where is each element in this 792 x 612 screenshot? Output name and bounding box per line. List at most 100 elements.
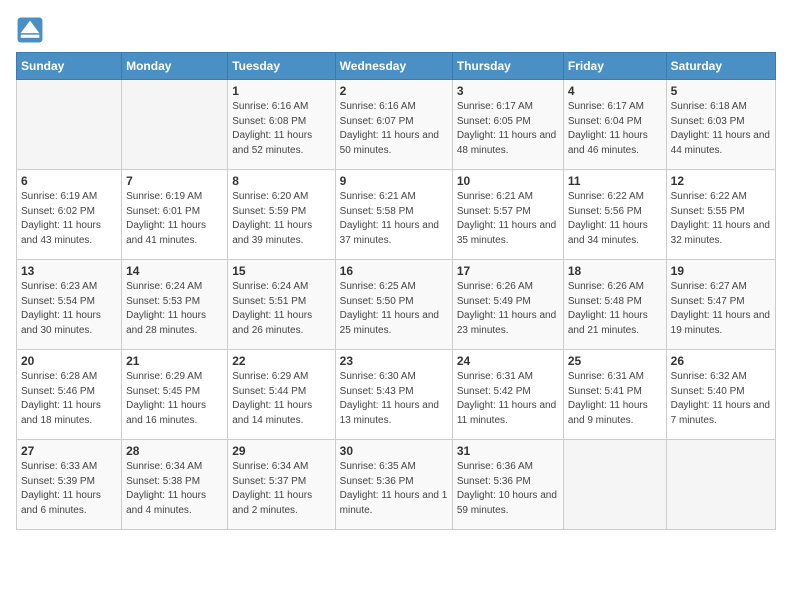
day-number: 11: [568, 174, 662, 188]
calendar-table: SundayMondayTuesdayWednesdayThursdayFrid…: [16, 52, 776, 530]
calendar-cell: 23 Sunrise: 6:30 AM Sunset: 5:43 PM Dayli…: [335, 350, 452, 440]
day-info: Sunrise: 6:26 AM Sunset: 5:48 PM Dayligh…: [568, 280, 662, 338]
calendar-week-row: 20 Sunrise: 6:28 AM Sunset: 5:46 PM Dayli…: [17, 350, 776, 440]
calendar-cell: 3 Sunrise: 6:17 AM Sunset: 6:05 PM Daylig…: [452, 80, 563, 170]
day-number: 25: [568, 354, 662, 368]
day-number: 12: [671, 174, 771, 188]
day-info: Sunrise: 6:20 AM Sunset: 5:59 PM Dayligh…: [232, 190, 330, 248]
day-number: 18: [568, 264, 662, 278]
calendar-week-row: 1Sunrise: 6:16 AM Sunset: 6:08 PM Daylig…: [17, 80, 776, 170]
day-info: Sunrise: 6:25 AM Sunset: 5:50 PM Dayligh…: [340, 280, 448, 338]
day-number: 1: [232, 84, 330, 98]
day-info: Sunrise: 6:24 AM Sunset: 5:53 PM Dayligh…: [126, 280, 223, 338]
calendar-cell: 14 Sunrise: 6:24 AM Sunset: 5:53 PM Dayli…: [122, 260, 228, 350]
calendar-cell: 7 Sunrise: 6:19 AM Sunset: 6:01 PM Daylig…: [122, 170, 228, 260]
calendar-cell: 8 Sunrise: 6:20 AM Sunset: 5:59 PM Daylig…: [228, 170, 335, 260]
day-info: Sunrise: 6:24 AM Sunset: 5:51 PM Dayligh…: [232, 280, 330, 338]
day-number: 9: [340, 174, 448, 188]
calendar-cell: 26 Sunrise: 6:32 AM Sunset: 5:40 PM Dayli…: [666, 350, 775, 440]
day-number: 26: [671, 354, 771, 368]
day-number: 27: [21, 444, 117, 458]
weekday-header: Wednesday: [335, 53, 452, 80]
day-number: 22: [232, 354, 330, 368]
day-info: Sunrise: 6:23 AM Sunset: 5:54 PM Dayligh…: [21, 280, 117, 338]
day-number: 16: [340, 264, 448, 278]
calendar-cell: 16 Sunrise: 6:25 AM Sunset: 5:50 PM Dayli…: [335, 260, 452, 350]
day-number: 14: [126, 264, 223, 278]
day-number: 8: [232, 174, 330, 188]
day-number: 10: [457, 174, 559, 188]
day-number: 21: [126, 354, 223, 368]
calendar-cell: 18 Sunrise: 6:26 AM Sunset: 5:48 PM Dayli…: [563, 260, 666, 350]
calendar-cell: 22 Sunrise: 6:29 AM Sunset: 5:44 PM Dayli…: [228, 350, 335, 440]
day-number: 4: [568, 84, 662, 98]
day-info: Sunrise: 6:19 AM Sunset: 6:01 PM Dayligh…: [126, 190, 223, 248]
day-number: 30: [340, 444, 448, 458]
calendar-cell: 6 Sunrise: 6:19 AM Sunset: 6:02 PM Daylig…: [17, 170, 122, 260]
calendar-cell: [17, 80, 122, 170]
day-number: 28: [126, 444, 223, 458]
day-number: 6: [21, 174, 117, 188]
day-info: Sunrise: 6:26 AM Sunset: 5:49 PM Dayligh…: [457, 280, 559, 338]
day-info: Sunrise: 6:35 AM Sunset: 5:36 PM Dayligh…: [340, 460, 448, 518]
day-info: Sunrise: 6:28 AM Sunset: 5:46 PM Dayligh…: [21, 370, 117, 428]
day-info: Sunrise: 6:22 AM Sunset: 5:56 PM Dayligh…: [568, 190, 662, 248]
calendar-cell: [666, 440, 775, 530]
day-number: 3: [457, 84, 559, 98]
calendar-cell: 9Sunrise: 6:21 AM Sunset: 5:58 PM Daylig…: [335, 170, 452, 260]
day-number: 7: [126, 174, 223, 188]
day-info: Sunrise: 6:34 AM Sunset: 5:38 PM Dayligh…: [126, 460, 223, 518]
day-info: Sunrise: 6:18 AM Sunset: 6:03 PM Dayligh…: [671, 100, 771, 158]
day-info: Sunrise: 6:21 AM Sunset: 5:57 PM Dayligh…: [457, 190, 559, 248]
day-number: 19: [671, 264, 771, 278]
calendar-cell: 10 Sunrise: 6:21 AM Sunset: 5:57 PM Dayli…: [452, 170, 563, 260]
calendar-cell: 24 Sunrise: 6:31 AM Sunset: 5:42 PM Dayli…: [452, 350, 563, 440]
day-number: 24: [457, 354, 559, 368]
calendar-cell: 13 Sunrise: 6:23 AM Sunset: 5:54 PM Dayli…: [17, 260, 122, 350]
calendar-cell: 21 Sunrise: 6:29 AM Sunset: 5:45 PM Dayli…: [122, 350, 228, 440]
calendar-cell: 28 Sunrise: 6:34 AM Sunset: 5:38 PM Dayli…: [122, 440, 228, 530]
calendar-cell: 17 Sunrise: 6:26 AM Sunset: 5:49 PM Dayli…: [452, 260, 563, 350]
day-info: Sunrise: 6:31 AM Sunset: 5:42 PM Dayligh…: [457, 370, 559, 428]
day-info: Sunrise: 6:36 AM Sunset: 5:36 PM Dayligh…: [457, 460, 559, 518]
calendar-week-row: 27Sunrise: 6:33 AM Sunset: 5:39 PM Dayli…: [17, 440, 776, 530]
weekday-header-row: SundayMondayTuesdayWednesdayThursdayFrid…: [17, 53, 776, 80]
day-info: Sunrise: 6:22 AM Sunset: 5:55 PM Dayligh…: [671, 190, 771, 248]
day-number: 23: [340, 354, 448, 368]
day-info: Sunrise: 6:17 AM Sunset: 6:05 PM Dayligh…: [457, 100, 559, 158]
weekday-header: Tuesday: [228, 53, 335, 80]
day-info: Sunrise: 6:30 AM Sunset: 5:43 PM Dayligh…: [340, 370, 448, 428]
calendar-week-row: 13 Sunrise: 6:23 AM Sunset: 5:54 PM Dayli…: [17, 260, 776, 350]
day-info: Sunrise: 6:31 AM Sunset: 5:41 PM Dayligh…: [568, 370, 662, 428]
day-info: Sunrise: 6:19 AM Sunset: 6:02 PM Dayligh…: [21, 190, 117, 248]
day-number: 29: [232, 444, 330, 458]
calendar-cell: 5 Sunrise: 6:18 AM Sunset: 6:03 PM Daylig…: [666, 80, 775, 170]
calendar-cell: 20 Sunrise: 6:28 AM Sunset: 5:46 PM Dayli…: [17, 350, 122, 440]
calendar-cell: 11 Sunrise: 6:22 AM Sunset: 5:56 PM Dayli…: [563, 170, 666, 260]
weekday-header: Thursday: [452, 53, 563, 80]
day-number: 13: [21, 264, 117, 278]
day-info: Sunrise: 6:29 AM Sunset: 5:44 PM Dayligh…: [232, 370, 330, 428]
weekday-header: Sunday: [17, 53, 122, 80]
calendar-cell: 25 Sunrise: 6:31 AM Sunset: 5:41 PM Dayli…: [563, 350, 666, 440]
day-info: Sunrise: 6:34 AM Sunset: 5:37 PM Dayligh…: [232, 460, 330, 518]
calendar-cell: [563, 440, 666, 530]
weekday-header: Saturday: [666, 53, 775, 80]
calendar-cell: [122, 80, 228, 170]
calendar-cell: 31 Sunrise: 6:36 AM Sunset: 5:36 PM Dayli…: [452, 440, 563, 530]
calendar-cell: 2 Sunrise: 6:16 AM Sunset: 6:07 PM Daylig…: [335, 80, 452, 170]
day-number: 31: [457, 444, 559, 458]
logo-icon: [16, 16, 44, 44]
day-number: 20: [21, 354, 117, 368]
day-number: 5: [671, 84, 771, 98]
page-header: [16, 16, 776, 44]
calendar-cell: 4Sunrise: 6:17 AM Sunset: 6:04 PM Daylig…: [563, 80, 666, 170]
day-info: Sunrise: 6:16 AM Sunset: 6:07 PM Dayligh…: [340, 100, 448, 158]
calendar-cell: 15Sunrise: 6:24 AM Sunset: 5:51 PM Dayli…: [228, 260, 335, 350]
day-number: 17: [457, 264, 559, 278]
day-info: Sunrise: 6:29 AM Sunset: 5:45 PM Dayligh…: [126, 370, 223, 428]
calendar-cell: 29 Sunrise: 6:34 AM Sunset: 5:37 PM Dayli…: [228, 440, 335, 530]
day-number: 2: [340, 84, 448, 98]
calendar-cell: 27Sunrise: 6:33 AM Sunset: 5:39 PM Dayli…: [17, 440, 122, 530]
day-info: Sunrise: 6:32 AM Sunset: 5:40 PM Dayligh…: [671, 370, 771, 428]
